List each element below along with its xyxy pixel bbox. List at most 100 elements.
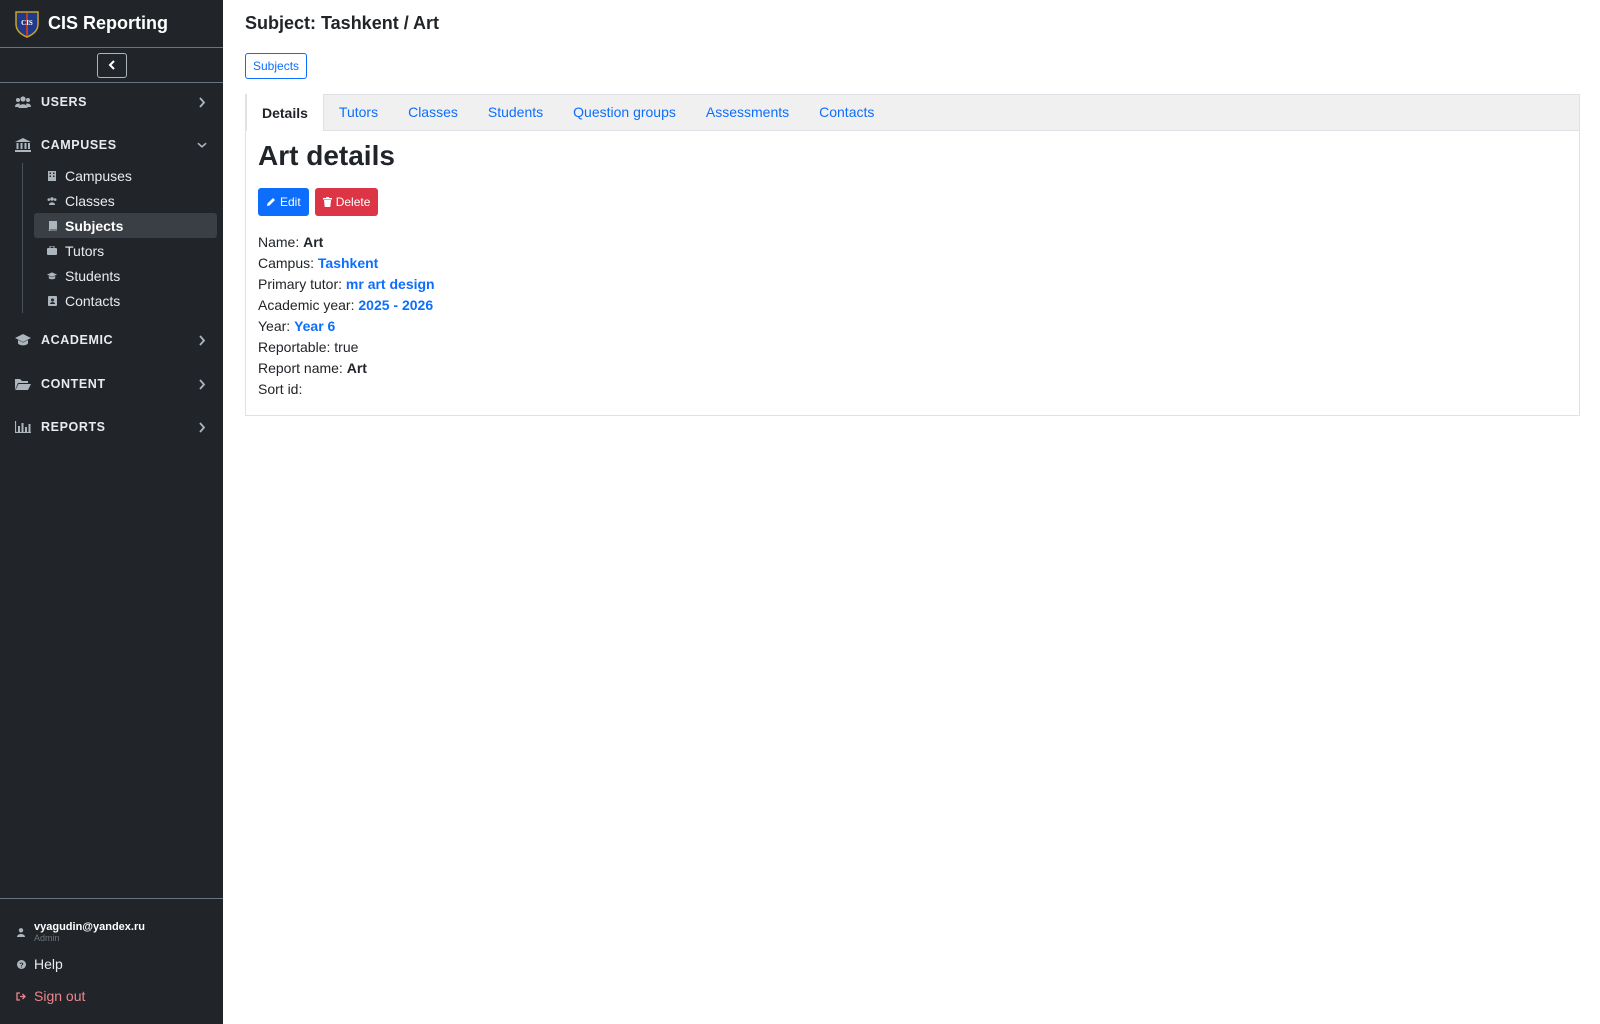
sidebar-item-subjects[interactable]: Subjects [34,213,217,238]
tab-tutors[interactable]: Tutors [324,94,393,130]
details-heading: Art details [258,140,395,171]
sidebar-footer: vyagudin@yandex.ru Admin ? Help Sign out [0,898,223,1004]
subjects-back-button[interactable]: Subjects [245,53,308,79]
field-value: Art [346,360,367,376]
tab-bar: Details Tutors Classes Students Question… [246,94,1579,131]
chevron-right-icon [197,421,207,433]
card-body: Art details Edit Delete Name: Art Campus… [246,131,1579,408]
help-label: Help [34,956,63,972]
details-card: Details Tutors Classes Students Question… [245,94,1580,416]
field-year: Year: Year 6 [258,316,1567,337]
sidebar-section-label: USERS [41,95,88,109]
help-link[interactable]: ? Help [16,956,63,972]
sidebar-section-label: REPORTS [41,420,106,434]
sidebar-section-campuses[interactable]: CAMPUSES [0,132,223,158]
building-icon [47,170,57,181]
sidebar-section-reports[interactable]: REPORTS [0,414,223,440]
field-reportable: Reportable: true [258,337,1567,358]
field-name: Name: Art [258,232,1567,253]
delete-button[interactable]: Delete [314,188,379,216]
brand[interactable]: CIS CIS Reporting [0,0,223,48]
graduation-cap-icon [15,333,31,347]
user-icon [16,927,26,937]
edit-label: Edit [280,195,301,209]
primary-tutor-link[interactable]: mr art design [346,276,435,292]
sidebar-item-label: Subjects [65,217,124,234]
sign-out-icon [16,991,26,1001]
sidebar-section-label: ACADEMIC [41,333,114,347]
svg-text:?: ? [19,962,23,969]
tab-classes[interactable]: Classes [393,94,473,130]
field-label: Year: [258,318,291,334]
year-link[interactable]: Year 6 [294,318,335,334]
field-label: Primary tutor: [258,276,343,292]
action-buttons: Edit Delete [258,188,1567,216]
pencil-icon [267,198,275,206]
sidebar-item-label: Students [65,267,121,284]
field-label: Report name: [258,360,343,376]
briefcase-icon [47,246,57,256]
field-label: Name: [258,234,300,250]
sidebar-section-academic[interactable]: ACADEMIC [0,327,223,353]
school-crest-icon: CIS [15,10,39,38]
field-sort-id: Sort id: [258,379,1567,400]
user-role: Admin [34,933,60,943]
sidebar-item-label: Contacts [65,292,121,309]
tab-details[interactable]: Details [246,94,324,131]
sidebar-item-classes[interactable]: Classes [34,188,217,213]
user-email: vyagudin@yandex.ru [34,921,145,933]
graduation-cap-icon [47,271,57,281]
chart-bar-icon [15,420,31,434]
delete-label: Delete [335,195,371,209]
chevron-right-icon [197,334,207,346]
field-label: Academic year: [258,297,355,313]
field-label: Reportable: [258,339,331,355]
sidebar-item-campuses[interactable]: Campuses [34,163,217,188]
field-campus: Campus: Tashkent [258,253,1567,274]
chevron-right-icon [197,378,207,390]
campus-link[interactable]: Tashkent [318,255,378,271]
building-columns-icon [15,138,31,152]
sidebar-section-label: CAMPUSES [41,138,117,152]
address-book-icon [47,295,57,306]
tab-question-groups[interactable]: Question groups [558,94,691,130]
sign-out-label: Sign out [34,988,86,1004]
chevron-down-icon [197,139,207,151]
sidebar-section-content[interactable]: CONTENT [0,371,223,397]
tab-students[interactable]: Students [473,94,558,130]
users-icon [47,196,57,206]
chevron-right-icon [197,96,207,108]
field-value: true [334,339,359,355]
sidebar-section-users[interactable]: USERS [0,89,223,115]
field-label: Campus: [258,255,315,271]
sidebar-item-label: Classes [65,192,115,209]
user-info[interactable]: vyagudin@yandex.ru Admin [16,921,145,943]
tab-assessments[interactable]: Assessments [691,94,804,130]
field-primary-tutor: Primary tutor: mr art design [258,274,1567,295]
tab-contacts[interactable]: Contacts [804,94,889,130]
sidebar-toggle-row [0,48,223,83]
sidebar-item-students[interactable]: Students [34,263,217,288]
sidebar-section-label: CONTENT [41,377,106,391]
field-label: Sort id: [258,381,303,397]
trash-icon [322,197,332,207]
sidebar-item-contacts[interactable]: Contacts [34,288,217,313]
app-title: CIS Reporting [48,13,168,33]
logo-text: CIS [21,19,33,27]
folder-open-icon [15,377,31,391]
question-circle-icon: ? [16,959,26,969]
edit-button[interactable]: Edit [258,188,309,216]
sidebar-item-label: Campuses [65,167,132,184]
page-title: Subject: Tashkent / Art [245,13,440,33]
users-icon [15,95,31,109]
sign-out-link[interactable]: Sign out [16,988,85,1004]
campuses-submenu: Campuses Classes Subjects Tutors Student… [22,163,217,313]
book-icon [47,220,57,231]
academic-year-link[interactable]: 2025 - 2026 [358,297,433,313]
field-academic-year: Academic year: 2025 - 2026 [258,295,1567,316]
collapse-sidebar-button[interactable] [96,52,127,78]
field-report-name: Report name: Art [258,358,1567,379]
field-value: Art [303,234,324,250]
sidebar: CIS CIS Reporting USERS CAMPUSES Campuse… [0,0,223,1024]
sidebar-item-tutors[interactable]: Tutors [34,238,217,263]
